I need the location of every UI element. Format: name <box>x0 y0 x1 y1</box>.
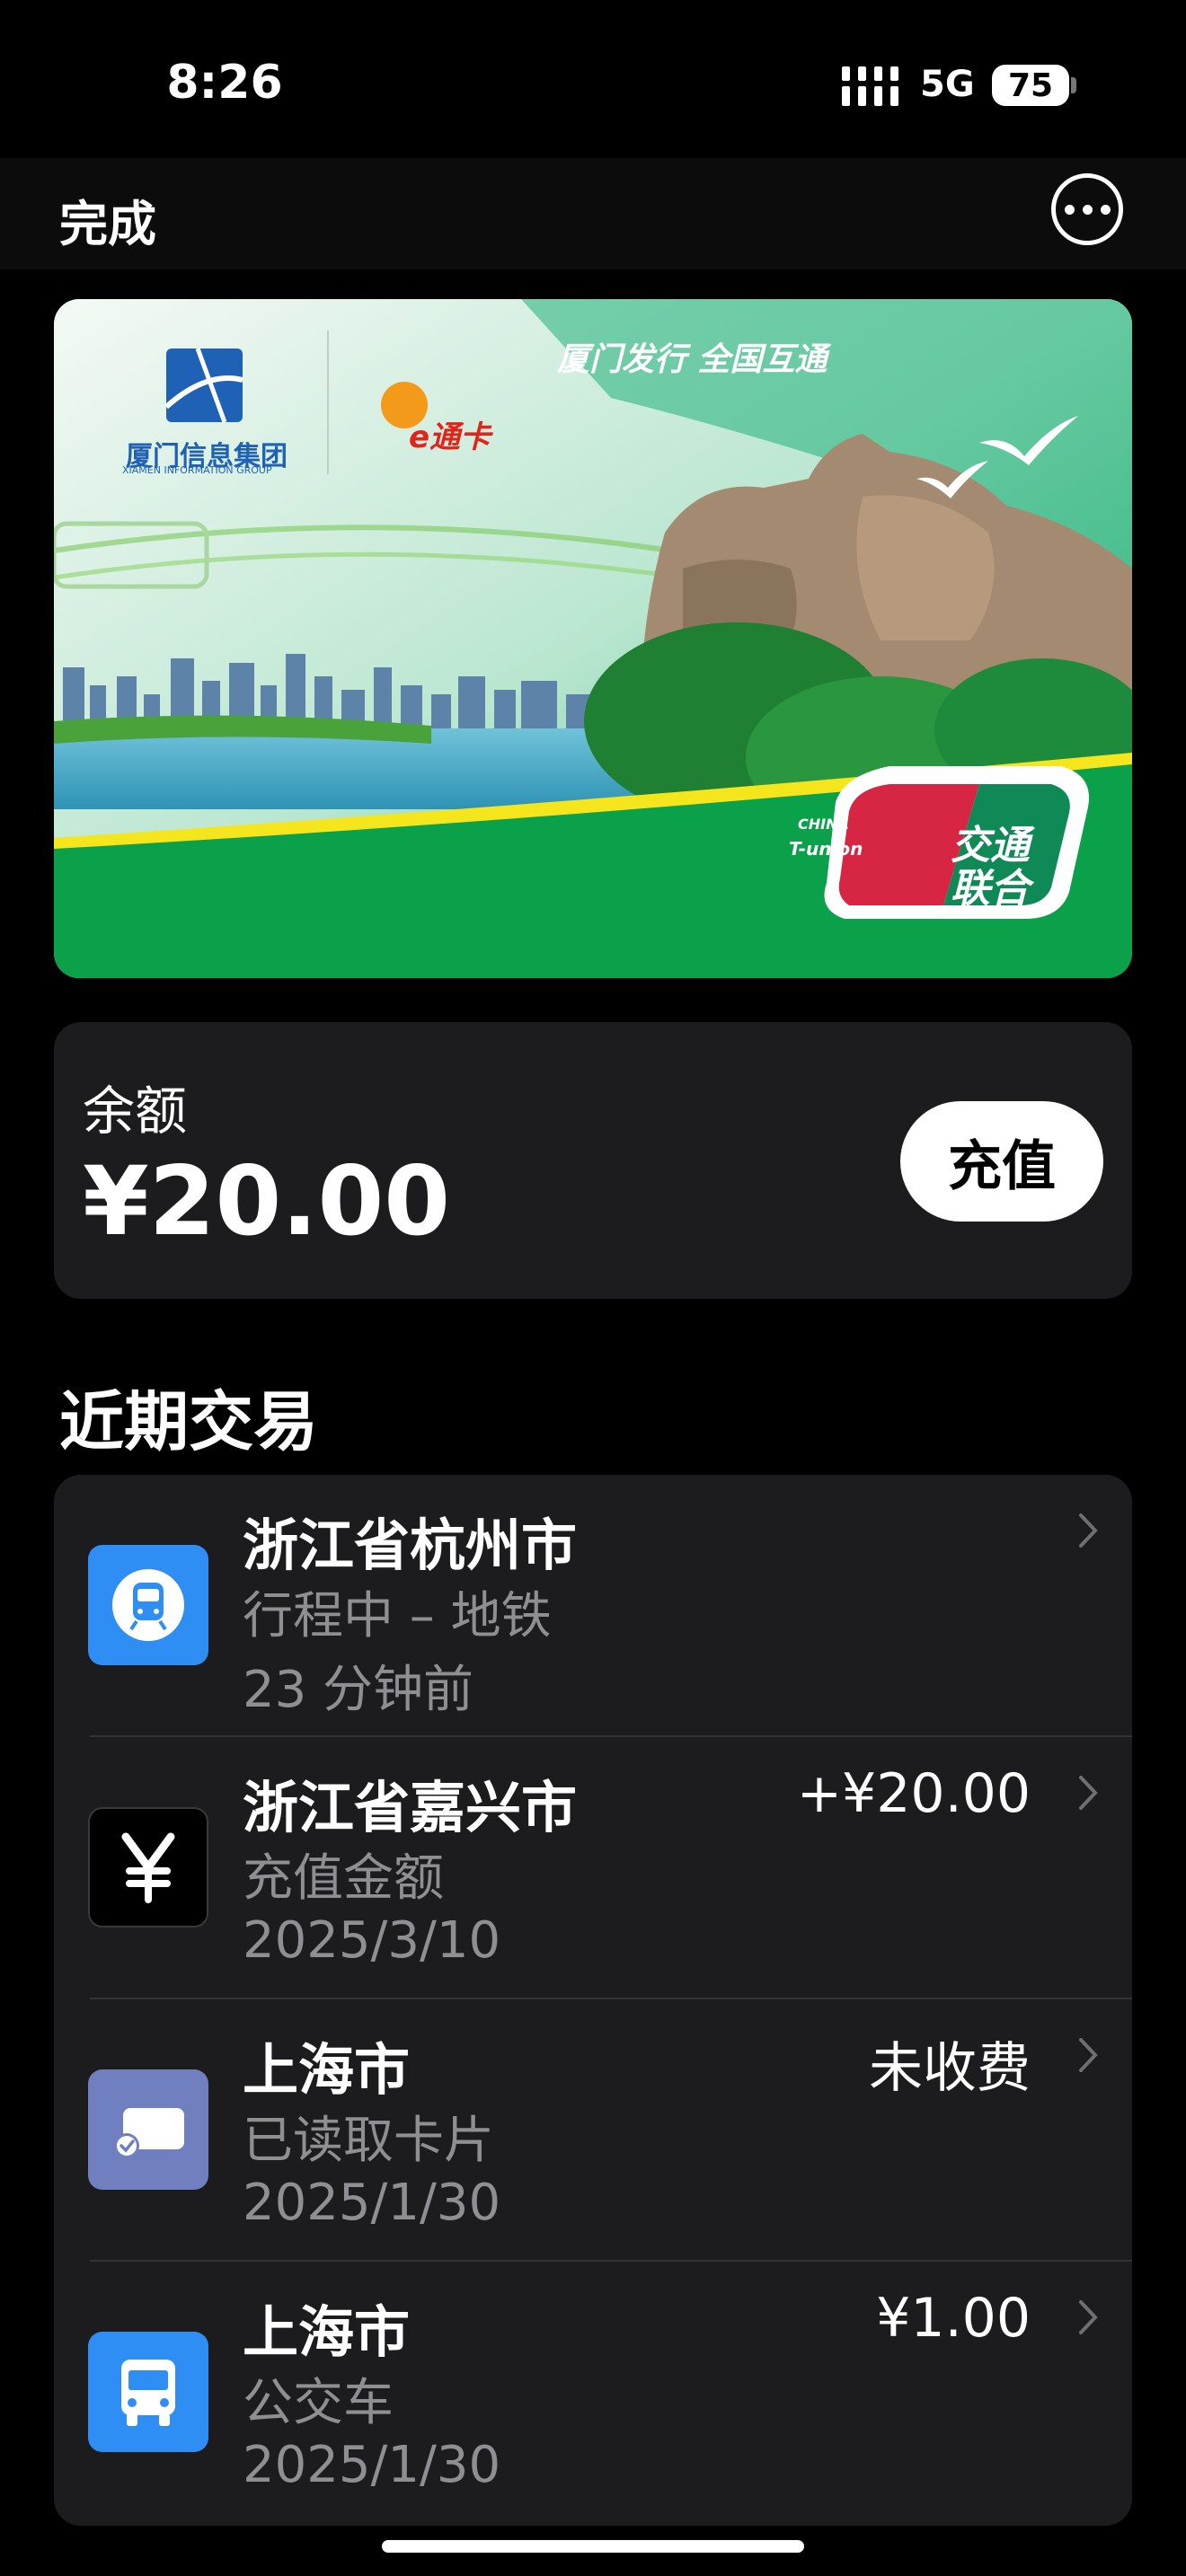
yen-icon <box>88 1807 208 1928</box>
union-en-2: T-union <box>789 838 863 860</box>
transaction-row[interactable]: 浙江省嘉兴市 充值金额 2025/3/10 +¥20.00 <box>54 1737 1132 1999</box>
battery-level: 75 <box>1007 66 1054 104</box>
union-en-1: CHINA <box>798 816 849 833</box>
chevron-right-icon <box>1079 1776 1098 1810</box>
chevron-right-icon <box>1079 2038 1098 2072</box>
card-read-icon <box>88 2069 208 2190</box>
metro-icon <box>88 1545 208 1665</box>
transaction-amount: ¥1.00 <box>876 2287 1031 2350</box>
network-type: 5G <box>920 64 975 105</box>
transaction-date: 2025/3/10 <box>243 1911 501 1970</box>
brand-logo: e通卡 <box>409 419 491 455</box>
transactions-list: 浙江省杭州市 行程中 – 地铁 23 分钟前 浙江省嘉兴市 充值金额 2025/… <box>54 1475 1132 2526</box>
signal-icon <box>842 66 898 106</box>
issuer-name-en: XIAMEN INFORMATION GROUP <box>122 464 272 476</box>
transaction-row[interactable]: 上海市 公交车 2025/1/30 ¥1.00 <box>54 2262 1132 2524</box>
transaction-date: 2025/1/30 <box>243 2174 501 2232</box>
transaction-city: 上海市 <box>243 2299 411 2365</box>
transaction-amount: 未收费 <box>869 2037 1031 2100</box>
union-cn: 交通联合 <box>951 823 1030 912</box>
status-time: 8:26 <box>166 56 283 110</box>
balance-value: ¥20.00 <box>83 1146 451 1257</box>
transaction-city: 上海市 <box>243 2037 411 2103</box>
transaction-desc: 公交车 <box>243 2374 394 2432</box>
transaction-desc: 行程中 – 地铁 <box>243 1587 552 1645</box>
balance-label: 余额 <box>83 1081 188 1142</box>
chevron-right-icon <box>1079 1513 1098 1548</box>
card-slogan: 厦门发行 全国互通 <box>557 341 828 378</box>
transaction-row[interactable]: 浙江省杭州市 行程中 – 地铁 23 分钟前 <box>54 1475 1132 1737</box>
transaction-time: 23 分钟前 <box>243 1661 474 1719</box>
transaction-city: 浙江省嘉兴市 <box>243 1775 578 1840</box>
transaction-desc: 已读取卡片 <box>243 2112 494 2170</box>
chevron-right-icon <box>1079 2300 1098 2334</box>
battery-nub <box>1071 77 1076 93</box>
nav-bar <box>0 158 1186 269</box>
transaction-desc: 充值金额 <box>243 1849 444 1908</box>
ellipsis-circle-icon[interactable] <box>1051 173 1123 245</box>
transaction-row[interactable]: 上海市 已读取卡片 2025/1/30 未收费 <box>54 1999 1132 2262</box>
transaction-amount: +¥20.00 <box>796 1762 1031 1825</box>
transaction-date: 2025/1/30 <box>243 2436 501 2494</box>
transit-card[interactable]: 厦门信息集团 XIAMEN INFORMATION GROUP e通卡 厦门发行… <box>54 299 1132 978</box>
topup-button[interactable]: 充值 <box>900 1101 1103 1222</box>
done-button[interactable]: 完成 <box>59 184 156 255</box>
recent-transactions-title: 近期交易 <box>59 1384 319 1460</box>
transaction-city: 浙江省杭州市 <box>243 1513 578 1578</box>
home-indicator[interactable] <box>382 2540 804 2553</box>
bus-icon <box>88 2332 208 2452</box>
battery-icon: 75 <box>992 65 1069 106</box>
